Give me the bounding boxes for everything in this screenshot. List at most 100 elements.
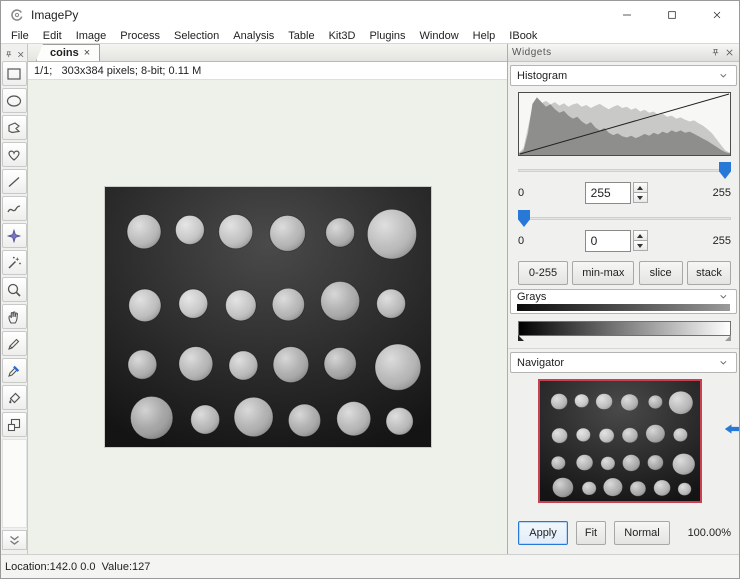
navigator-view <box>508 377 739 521</box>
line-roi-tool[interactable] <box>2 169 27 194</box>
menu-help[interactable]: Help <box>466 29 503 43</box>
ellipse-select-tool[interactable] <box>2 88 27 113</box>
window-controls <box>604 1 739 29</box>
nav-scroll-arrow-icon[interactable] <box>724 421 739 437</box>
range-0-255-button[interactable]: 0-255 <box>518 261 568 285</box>
chevron-down-icon <box>718 70 730 82</box>
lut-preview-strip <box>517 304 730 311</box>
widgets-pane-caption: Widgets <box>508 44 739 62</box>
chevron-down-icon <box>718 357 730 369</box>
menu-ibook[interactable]: IBook <box>502 29 544 43</box>
pin-icon[interactable] <box>710 47 721 58</box>
triangle-up-icon <box>637 186 643 190</box>
app-title: ImagePy <box>31 8 78 22</box>
curve-roi-tool[interactable] <box>2 196 27 221</box>
range-minmax-button[interactable]: min-max <box>572 261 634 285</box>
tab-close-icon[interactable]: × <box>84 47 90 59</box>
min-level-slider[interactable] <box>518 210 731 227</box>
menu-selection[interactable]: Selection <box>167 29 226 43</box>
widget-selector-dropdown[interactable]: Histogram <box>510 65 737 86</box>
pencil-tool[interactable] <box>2 331 27 356</box>
range-max-label: 255 <box>701 235 731 247</box>
more-tools-button[interactable] <box>2 530 27 550</box>
close-button[interactable] <box>694 1 739 29</box>
freehand-select-tool[interactable] <box>2 142 27 167</box>
range-min-label: 0 <box>518 187 558 199</box>
menu-file[interactable]: File <box>4 29 36 43</box>
duplicate-tool[interactable] <box>2 412 27 437</box>
widgets-pane-title: Widgets <box>512 47 552 58</box>
slider-track <box>518 169 731 172</box>
image-info-bar: 1/1; 303x384 pixels; 8-bit; 0.11 M <box>28 62 507 80</box>
title-bar: ImagePy <box>1 1 739 29</box>
range-buttons-row: 0-255 min-max slice stack <box>518 261 731 285</box>
max-slider-handle[interactable] <box>719 162 731 179</box>
maximize-button[interactable] <box>649 1 694 29</box>
range-slice-button[interactable]: slice <box>639 261 683 285</box>
max-value-spinner: 255 <box>585 182 648 204</box>
triangle-up-icon <box>637 234 643 238</box>
app-logo-icon <box>9 7 25 23</box>
minimize-button[interactable] <box>604 1 649 29</box>
point-marker-tool[interactable] <box>2 223 27 248</box>
widget-selector-value: Histogram <box>517 70 567 82</box>
spinner-arrows <box>633 182 648 204</box>
max-level-row: 0 255 255 <box>518 182 731 204</box>
polygon-select-tool[interactable] <box>2 115 27 140</box>
magic-wand-tool[interactable] <box>2 250 27 275</box>
toolbar-empty-area <box>2 439 27 528</box>
zoom-percent-label: 100.00% <box>688 527 731 539</box>
menu-table[interactable]: Table <box>281 29 321 43</box>
navigator-buttons-row: Apply Fit Normal 100.00% <box>518 521 731 545</box>
triangle-down-icon <box>637 196 643 200</box>
max-level-slider[interactable] <box>518 162 731 179</box>
menu-edit[interactable]: Edit <box>36 29 69 43</box>
pin-icon[interactable] <box>4 47 14 58</box>
spinner-arrows <box>633 230 648 252</box>
navigator-selector-dropdown[interactable]: Navigator <box>510 352 737 373</box>
color-picker-tool[interactable] <box>2 358 27 383</box>
menu-image[interactable]: Image <box>69 29 114 43</box>
tab-bar: coins × <box>28 44 507 62</box>
min-level-row: 0 0 255 <box>518 230 731 252</box>
navigator-selector-value: Navigator <box>517 357 564 369</box>
normal-button[interactable]: Normal <box>614 521 670 545</box>
menu-bar: File Edit Image Process Selection Analys… <box>1 29 739 43</box>
widgets-pane: Widgets Histogram 0 255 <box>507 44 739 554</box>
menu-window[interactable]: Window <box>413 29 466 43</box>
spin-down-button[interactable] <box>633 192 648 203</box>
tools-pane-caption <box>1 44 27 59</box>
lut-selector-value: Grays <box>517 291 546 303</box>
fit-button[interactable]: Fit <box>576 521 606 545</box>
tab-label: coins <box>50 47 79 59</box>
tools-pane <box>1 44 28 554</box>
close-pane-icon[interactable] <box>724 47 735 58</box>
min-value-spinner: 0 <box>585 230 648 252</box>
hand-pan-tool[interactable] <box>2 304 27 329</box>
range-stack-button[interactable]: stack <box>687 261 731 285</box>
chevron-down-icon <box>718 291 730 303</box>
close-pane-icon[interactable] <box>16 47 26 58</box>
min-value-input[interactable]: 0 <box>585 230 631 252</box>
max-value-input[interactable]: 255 <box>585 182 631 204</box>
app-window: ImagePy File Edit Image Process Selectio… <box>0 0 740 579</box>
slider-track <box>518 217 731 220</box>
rectangle-select-tool[interactable] <box>2 61 27 86</box>
coins-image[interactable] <box>105 187 431 447</box>
fill-bucket-tool[interactable] <box>2 385 27 410</box>
spin-down-button[interactable] <box>633 240 648 251</box>
image-canvas[interactable] <box>28 80 507 554</box>
magnifier-tool[interactable] <box>2 277 27 302</box>
menu-plugins[interactable]: Plugins <box>362 29 412 43</box>
lut-selector-dropdown[interactable]: Grays <box>510 289 737 314</box>
apply-button[interactable]: Apply <box>518 521 568 545</box>
lut-gradient-bar[interactable] <box>518 321 731 336</box>
tab-coins[interactable]: coins × <box>36 44 100 61</box>
menu-analysis[interactable]: Analysis <box>226 29 281 43</box>
histogram-plot <box>518 92 731 156</box>
min-slider-handle[interactable] <box>518 210 530 227</box>
status-bar: Location:142.0 0.0 Value:127 <box>1 554 739 578</box>
navigator-thumbnail[interactable] <box>538 379 702 503</box>
menu-kit3d[interactable]: Kit3D <box>322 29 363 43</box>
menu-process[interactable]: Process <box>113 29 167 43</box>
